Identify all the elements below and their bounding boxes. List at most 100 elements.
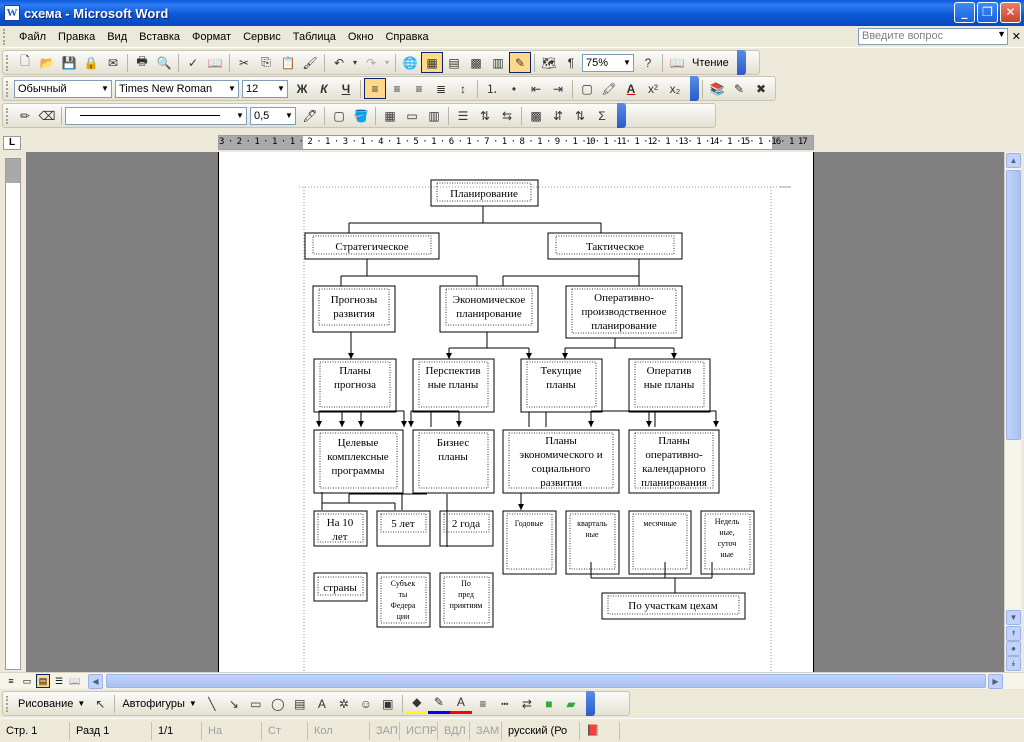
drawing-toolbar-options-button[interactable] (585, 691, 595, 716)
normal-view-icon[interactable]: ≡ (4, 674, 18, 688)
print-icon[interactable]: 🖶 (131, 52, 153, 73)
redo-dropdown-icon[interactable]: ▾ (382, 52, 392, 73)
maximize-button[interactable]: ❐ (977, 2, 998, 23)
word-app-icon[interactable]: W (4, 5, 20, 21)
align-center-icon[interactable]: ≡ (386, 78, 408, 99)
copy-icon[interactable]: ⎘ (255, 52, 277, 73)
autoshapes-dropdown-icon[interactable]: ▼ (189, 699, 197, 708)
tables-borders-icon[interactable]: ▦ (421, 52, 443, 73)
minimize-button[interactable]: _ (954, 2, 975, 23)
distribute-rows-icon[interactable]: ⇅ (474, 105, 496, 126)
web-view-icon[interactable]: ▭ (20, 674, 34, 688)
align-right-icon[interactable]: ≡ (408, 78, 430, 99)
align-left-icon[interactable]: ≡ (364, 78, 386, 99)
rectangle-icon[interactable]: ▭ (245, 693, 267, 714)
print-layout-icon[interactable]: ▤ (36, 674, 50, 688)
undo-icon[interactable]: ↶ (328, 52, 350, 73)
new-doc-icon[interactable]: 🗋 (14, 52, 36, 73)
font-select[interactable]: Times New Roman ▼ (115, 79, 239, 98)
format-painter-icon[interactable]: 🖌 (299, 52, 321, 73)
shading-icon[interactable]: 🪣 (350, 105, 372, 126)
text-direction-icon[interactable]: ⇵ (547, 105, 569, 126)
insert-table-tb-icon[interactable]: ▦ (379, 105, 401, 126)
wordart-icon[interactable]: A (311, 693, 333, 714)
scroll-up-icon[interactable]: ▲ (1006, 153, 1021, 168)
borders-icon[interactable]: ▢ (576, 78, 598, 99)
scroll-left-icon[interactable]: ◀ (88, 674, 103, 689)
numbering-icon[interactable]: ⒈ (481, 78, 503, 99)
clipart-icon[interactable]: ☺ (355, 693, 377, 714)
document-area[interactable]: Планирование Стратегическое Тактическое … (26, 152, 1004, 672)
split-cells-icon[interactable]: ▥ (423, 105, 445, 126)
insert-excel-icon[interactable]: ▩ (465, 52, 487, 73)
email-icon[interactable]: ✉ (102, 52, 124, 73)
line-spacing-icon[interactable]: ↕ (452, 78, 474, 99)
toolbar-options-button[interactable] (736, 50, 746, 75)
help-icon[interactable]: ? (637, 52, 659, 73)
line-style-dropdown-icon[interactable]: ▼ (234, 108, 246, 124)
tab-selector[interactable]: L (3, 136, 21, 150)
planning-diagram[interactable]: Планирование Стратегическое Тактическое … (219, 152, 815, 672)
menu-edit[interactable]: Правка (52, 31, 101, 43)
select-objects-icon[interactable]: ↖ (89, 693, 111, 714)
fill-color-icon[interactable]: ◆ (405, 693, 428, 714)
bold-icon[interactable]: Ж (291, 78, 313, 99)
ask-dropdown-icon[interactable]: ▼ (997, 29, 1006, 39)
status-rec[interactable]: ЗАП (370, 721, 400, 740)
research-icon[interactable]: 📖 (204, 52, 226, 73)
diagram-icon[interactable]: ✲ (333, 693, 355, 714)
drawing-icon[interactable]: ✎ (509, 52, 531, 73)
menu-file[interactable]: Файл (13, 31, 52, 43)
paste-icon[interactable]: 📋 (277, 52, 299, 73)
draw-dropdown-icon[interactable]: ▼ (77, 699, 85, 708)
line-weight-select[interactable]: 0,5 ▼ (250, 106, 296, 125)
document-map-icon[interactable]: 🗺 (538, 52, 560, 73)
dash-style-icon[interactable]: ┅ (494, 693, 516, 714)
hyperlink-icon[interactable]: 🌐 (399, 52, 421, 73)
superscript-icon[interactable]: x² (642, 78, 664, 99)
italic-icon[interactable]: К (313, 78, 335, 99)
align-cell-icon[interactable]: ☰ (452, 105, 474, 126)
reviewing-icon[interactable]: ✎ (728, 78, 750, 99)
style-dropdown-icon[interactable]: ▼ (99, 81, 111, 97)
status-language[interactable]: русский (Ро (502, 721, 580, 740)
oval-icon[interactable]: ◯ (267, 693, 289, 714)
draw-table-icon[interactable]: ✏ (14, 105, 36, 126)
spelling-status-icon[interactable]: 📕 (580, 721, 620, 740)
line-weight-dropdown-icon[interactable]: ▼ (283, 108, 295, 124)
scroll-down-icon[interactable]: ▼ (1006, 610, 1021, 625)
line-style-icon[interactable]: ≡ (472, 693, 494, 714)
read-icon[interactable]: 📖 (666, 52, 688, 73)
cut-icon[interactable]: ✂ (233, 52, 255, 73)
textbox-icon[interactable]: ▤ (289, 693, 311, 714)
eraser-icon[interactable]: ⌫ (36, 105, 58, 126)
horizontal-scrollbar[interactable]: ≡ ▭ ▤ ☰ 📖 ◀ ▶ (0, 672, 1024, 689)
insert-table-icon[interactable]: ▤ (443, 52, 465, 73)
line-color-icon[interactable]: ✎ (427, 693, 450, 714)
menu-view[interactable]: Вид (101, 31, 133, 43)
highlight-icon[interactable]: 🖍 (598, 78, 620, 99)
zoom-select[interactable]: 75% ▼ (582, 53, 634, 72)
arrow-icon[interactable]: ↘ (223, 693, 245, 714)
outline-view-icon[interactable]: ☰ (52, 674, 66, 688)
browse-object-icon[interactable]: ● (1006, 641, 1021, 656)
menu-grip[interactable] (3, 28, 9, 45)
line-icon[interactable]: ╲ (201, 693, 223, 714)
horizontal-scroll-thumb[interactable] (106, 674, 986, 688)
next-page-icon[interactable]: ⯯ (1006, 656, 1021, 671)
status-trk[interactable]: ИСПР (400, 721, 438, 740)
underline-icon[interactable]: Ч (335, 78, 357, 99)
decrease-indent-icon[interactable]: ⇤ (525, 78, 547, 99)
undo-dropdown-icon[interactable]: ▾ (350, 52, 360, 73)
font-color-icon[interactable]: A (620, 78, 642, 99)
justify-icon[interactable]: ≣ (430, 78, 452, 99)
subscript-icon[interactable]: x₂ (664, 78, 686, 99)
vertical-scrollbar[interactable]: ▲ ▼ ⯭ ● ⯯ (1004, 152, 1021, 672)
font-dropdown-icon[interactable]: ▼ (226, 81, 238, 97)
distribute-cols-icon[interactable]: ⇆ (496, 105, 518, 126)
document-page[interactable]: Планирование Стратегическое Тактическое … (218, 152, 814, 672)
save-icon[interactable]: 💾 (58, 52, 80, 73)
research-pane-icon[interactable]: 📚 (706, 78, 728, 99)
prev-page-icon[interactable]: ⯭ (1006, 626, 1021, 641)
tables-toolbar-options-button[interactable] (617, 103, 626, 128)
